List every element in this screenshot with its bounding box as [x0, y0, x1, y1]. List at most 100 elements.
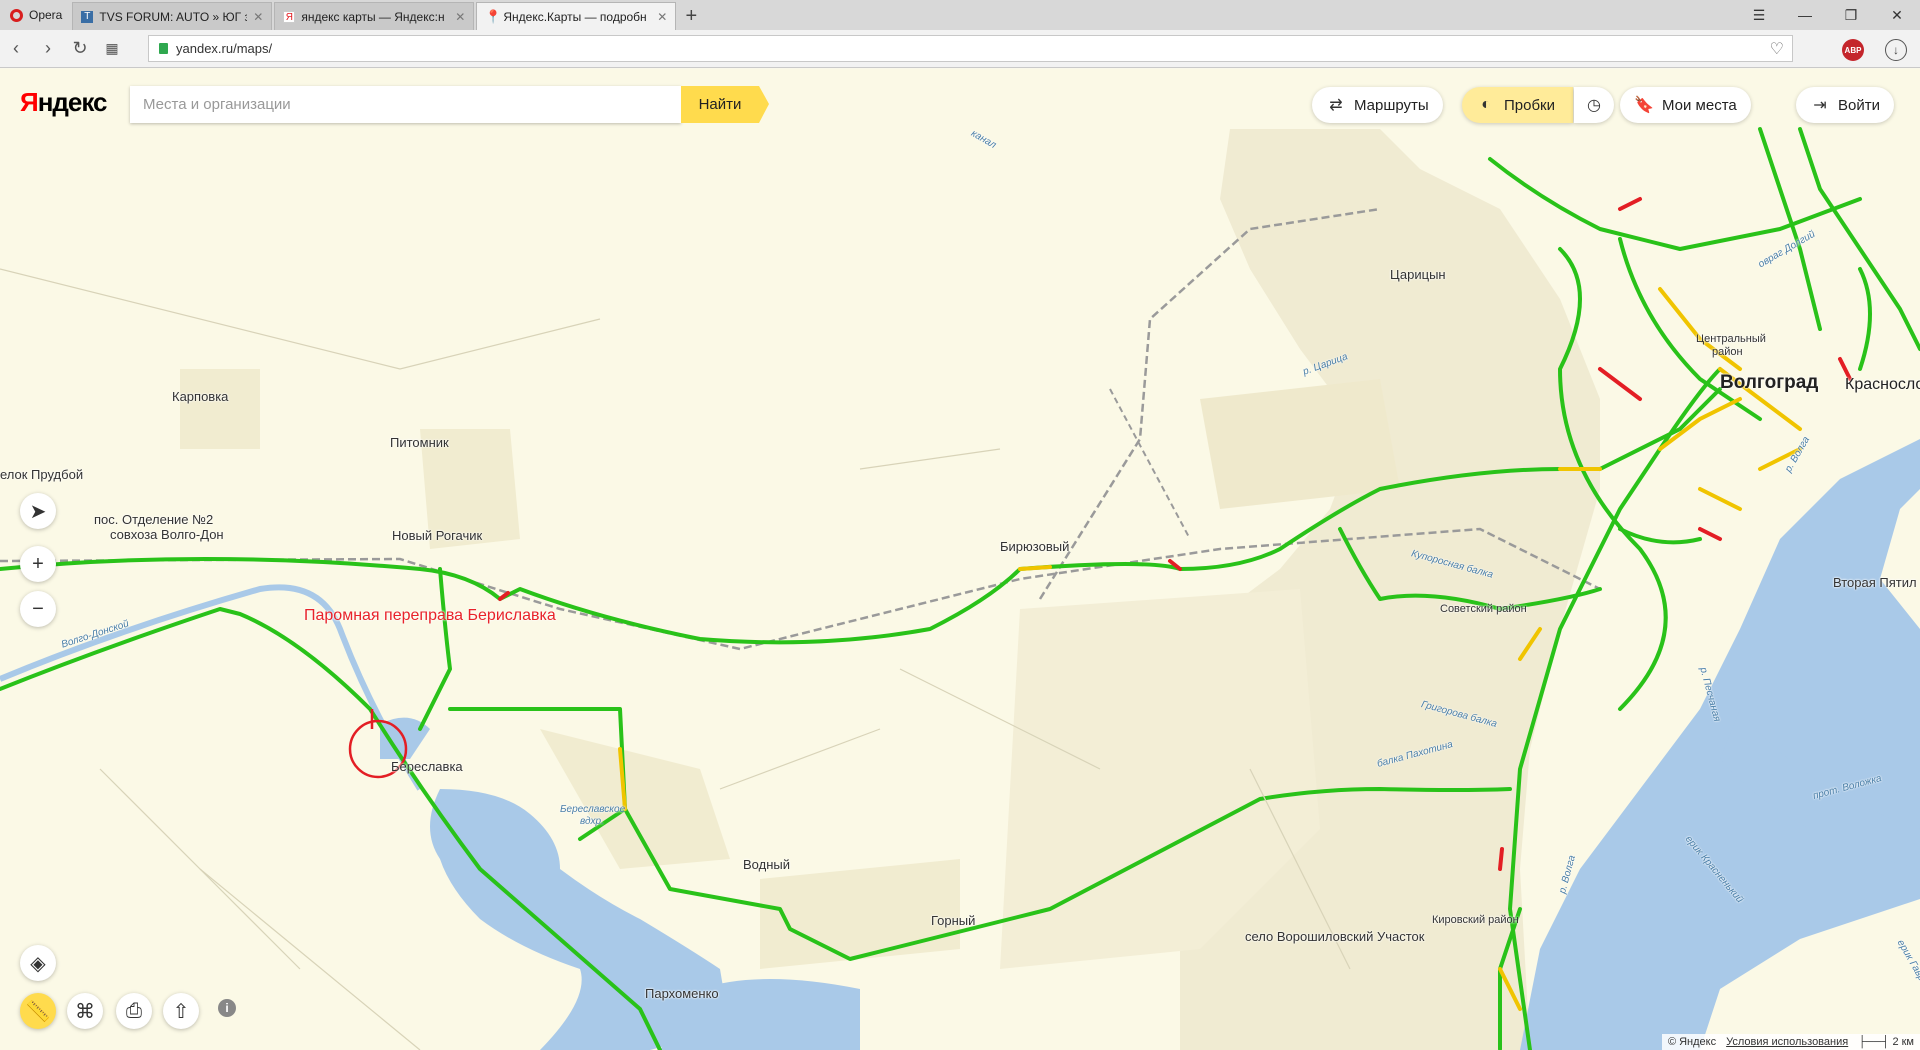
browser-tab-yandex-search[interactable]: Я яндекс карты — Яндекс:н ✕: [274, 2, 475, 30]
tab-label: яндекс карты — Яндекс:н: [301, 9, 445, 24]
label-prudboy: елок Прудбой: [0, 467, 84, 482]
label-novy-rogachik: Новый Рогачик: [392, 528, 483, 543]
label-vtoraya: Вторая Пятил: [1833, 575, 1917, 590]
share-button[interactable]: ⇧: [163, 993, 199, 1029]
label-volgograd: Волгоград: [1720, 372, 1819, 393]
label-sovhoz: совхоза Волго-Дон: [110, 527, 224, 542]
login-icon: ⇥: [1813, 97, 1827, 114]
gorny-area: [760, 859, 960, 969]
plus-icon: +: [32, 552, 44, 575]
clock-icon: ◷: [1587, 97, 1601, 114]
printer-icon: ⎙: [126, 999, 142, 1022]
logo-letter: Я: [20, 87, 39, 117]
label-rayon: район: [1712, 346, 1743, 358]
browser-tab-yandex-maps[interactable]: 📍 Яндекс.Карты — подробн ✕: [476, 2, 677, 30]
back-button[interactable]: ‹: [0, 38, 32, 59]
panorama-button[interactable]: ⌘: [67, 993, 103, 1029]
label-krasnoslobodsk: Краснослобо: [1845, 376, 1920, 393]
my-places-button[interactable]: 🔖 Мои места: [1620, 87, 1751, 123]
label-kirovsky: Кировский район: [1432, 914, 1519, 926]
login-label: Войти: [1838, 96, 1880, 114]
copyright-text: © Яндекс: [1667, 1036, 1717, 1048]
yandex-logo[interactable]: Яндекс: [20, 87, 107, 118]
ruler-button[interactable]: 📏: [20, 993, 56, 1029]
share-icon: ⇧: [172, 1000, 190, 1023]
label-ferry[interactable]: Паромная переправа Бериславка: [304, 607, 556, 625]
label-gorny: Горный: [931, 913, 976, 928]
map-copyright-bar: © Яндекс Условия использования ├──┤ 2 км: [1661, 1034, 1920, 1050]
zoom-in-button[interactable]: +: [20, 546, 56, 582]
location-arrow-icon: ➤: [29, 500, 47, 523]
tab-close-icon[interactable]: ✕: [657, 10, 667, 24]
label-vodny: Водный: [743, 857, 790, 872]
industrial-area: [1200, 379, 1400, 509]
my-places-label: Мои места: [1662, 96, 1737, 114]
yandex-favicon-icon: Я: [283, 10, 296, 23]
download-icon[interactable]: ↓: [1885, 39, 1907, 61]
label-biryuzovy: Бирюзовый: [1000, 539, 1070, 554]
geolocation-button[interactable]: ➤: [20, 493, 56, 529]
browser-tab-bar: Opera T TVS FORUM: AUTO » ЮГ з ✕ Я яндек…: [0, 0, 1920, 30]
label-karpovka: Карповка: [172, 389, 229, 404]
tab-close-icon[interactable]: ✕: [455, 10, 465, 24]
opera-label: Opera: [29, 8, 63, 22]
forum-favicon-icon: T: [81, 10, 94, 23]
label-bereslavka: Береславка: [391, 759, 463, 774]
url-field[interactable]: yandex.ru/maps/ ♡: [148, 35, 1793, 62]
ruler-icon: 📏: [25, 1000, 51, 1023]
map-canvas[interactable]: Яндекс Места и организации Найти ⇄ Маршр…: [0, 69, 1920, 1050]
label-voroshilovsky: село Ворошиловский Участок: [1245, 929, 1425, 944]
bookmark-heart-icon[interactable]: ♡: [1770, 39, 1784, 59]
routes-icon: ⇄: [1329, 97, 1343, 114]
close-window-button[interactable]: ✕: [1874, 7, 1920, 24]
tab-label: TVS FORUM: AUTO » ЮГ з: [99, 9, 248, 24]
reload-button[interactable]: ↻: [64, 38, 96, 59]
scale-label: 2 км: [1892, 1036, 1914, 1048]
bookmark-icon: 🔖: [1634, 97, 1654, 114]
map-graphics: [0, 127, 1920, 1050]
lock-icon: [159, 43, 168, 54]
maximize-button[interactable]: ❐: [1828, 7, 1874, 24]
tab-label: Яндекс.Карты — подробн: [503, 9, 647, 24]
url-text: yandex.ru/maps/: [176, 41, 273, 56]
print-button[interactable]: ⎙: [116, 993, 152, 1029]
login-button[interactable]: ⇥ Войти: [1796, 87, 1894, 123]
adblock-plus-icon[interactable]: ABP: [1842, 39, 1864, 61]
traffic-button[interactable]: ◐ Пробки: [1462, 87, 1573, 123]
minus-icon: −: [32, 597, 44, 620]
label-sovetsky: Советский район: [1440, 603, 1527, 615]
layers-icon: ◈: [30, 952, 46, 975]
railway-branch: [1109, 388, 1191, 540]
address-bar: ‹ › ↻ ▦ yandex.ru/maps/ ♡: [0, 30, 1920, 68]
speed-dial-icon[interactable]: ▦: [96, 40, 128, 57]
label-pitomnik: Питомник: [390, 435, 449, 450]
tab-close-icon[interactable]: ✕: [253, 10, 263, 24]
search-input[interactable]: Места и организации: [130, 86, 681, 123]
info-icon[interactable]: i: [218, 999, 236, 1017]
window-controls: ☰ — ❐ ✕: [1736, 0, 1920, 30]
opera-menu-button[interactable]: Opera: [0, 0, 72, 30]
label-bereslavskoe: Береславское: [560, 804, 626, 815]
routes-button[interactable]: ⇄ Маршруты: [1312, 87, 1443, 123]
browser-tab-forum[interactable]: T TVS FORUM: AUTO » ЮГ з ✕: [72, 2, 273, 30]
opera-logo-icon: [10, 8, 23, 22]
traffic-time-button[interactable]: ◷: [1574, 87, 1614, 123]
routes-label: Маршруты: [1354, 96, 1429, 114]
label-tsaritsyn: Царицын: [1390, 267, 1446, 282]
map-pin-favicon-icon: 📍: [485, 8, 502, 24]
search-placeholder: Места и организации: [143, 96, 291, 113]
layers-button[interactable]: ◈: [20, 945, 56, 981]
terms-link[interactable]: Условия использования: [1726, 1036, 1848, 1048]
tab-menu-icon[interactable]: ☰: [1736, 7, 1782, 24]
label-central: Центральный: [1696, 333, 1766, 345]
logo-text: ндекс: [37, 87, 108, 117]
new-tab-button[interactable]: +: [678, 2, 704, 30]
find-button[interactable]: Найти: [681, 86, 769, 123]
traffic-label: Пробки: [1504, 96, 1555, 114]
label-vdhr: вдхр.: [580, 816, 604, 827]
label-parhomenko: Пархоменко: [645, 986, 719, 1001]
minimize-button[interactable]: —: [1782, 7, 1828, 23]
forward-button[interactable]: ›: [32, 38, 64, 59]
scale-bar: ├──┤ 2 км: [1858, 1036, 1914, 1048]
zoom-out-button[interactable]: −: [20, 591, 56, 627]
